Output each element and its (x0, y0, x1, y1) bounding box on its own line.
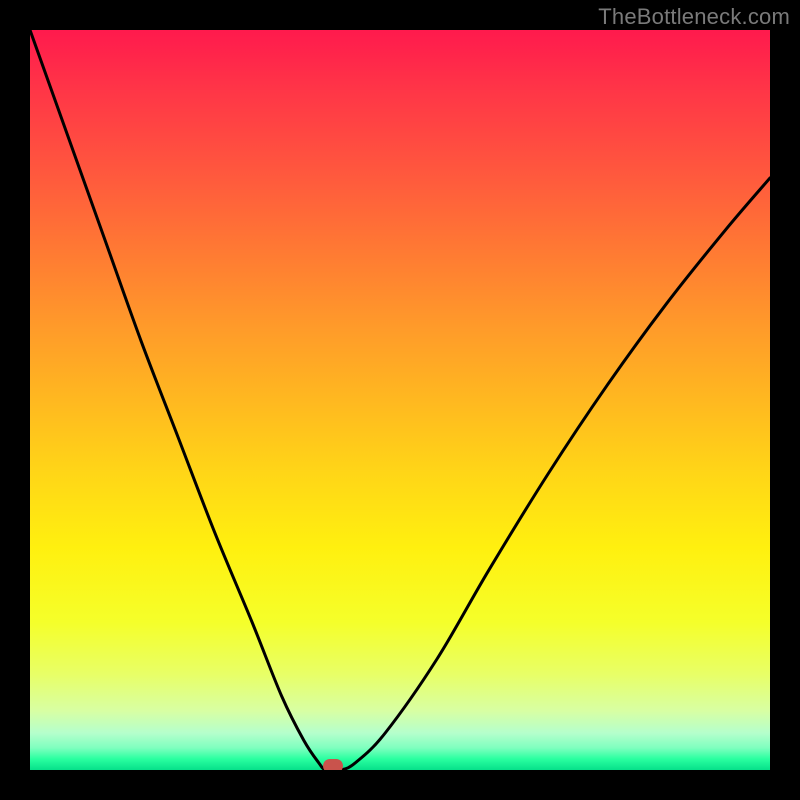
chart-frame-border (0, 0, 800, 800)
watermark-text: TheBottleneck.com (598, 4, 790, 30)
